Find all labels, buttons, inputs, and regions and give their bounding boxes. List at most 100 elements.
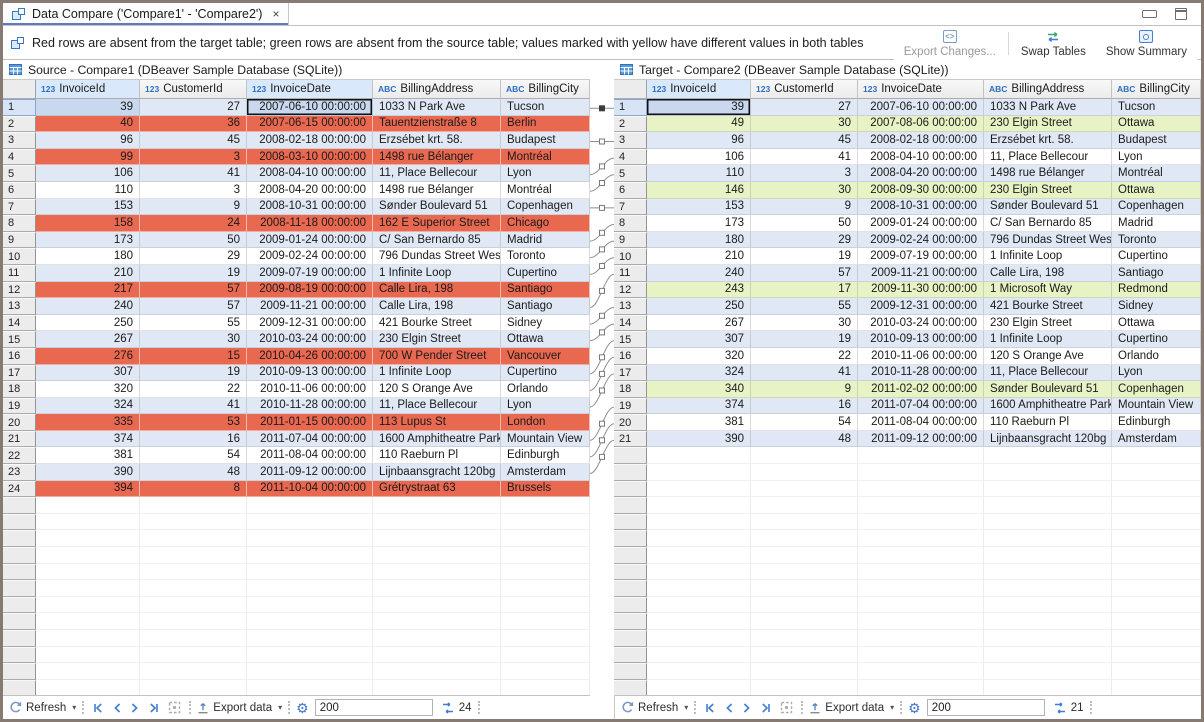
cell-dt[interactable]: 2008-02-18 00:00:00 <box>858 132 984 149</box>
row-number[interactable]: 13 <box>3 298 36 315</box>
cell-ad[interactable]: Calle Lira, 198 <box>373 282 501 299</box>
cell-id[interactable]: 153 <box>36 199 140 216</box>
cell-ad[interactable]: 1 Infinite Loop <box>373 365 501 382</box>
cell-ct[interactable]: Ottawa <box>1112 315 1201 332</box>
cell-ad[interactable]: 1 Infinite Loop <box>984 248 1112 265</box>
cell-dt[interactable]: 2010-11-06 00:00:00 <box>858 348 984 365</box>
cell-dt[interactable]: 2008-10-31 00:00:00 <box>858 199 984 216</box>
cell-id[interactable]: 96 <box>36 132 140 149</box>
cell-ad[interactable]: Calle Lira, 198 <box>373 298 501 315</box>
cell-cu[interactable]: 19 <box>140 365 247 382</box>
cell-ct[interactable]: Brussels <box>501 481 590 498</box>
row-number[interactable]: 5 <box>3 165 36 182</box>
cell-ct[interactable]: Cupertino <box>1112 248 1201 265</box>
cell-dt[interactable]: 2009-08-19 00:00:00 <box>247 282 373 299</box>
cell-ad[interactable]: 1600 Amphitheatre Parkway <box>373 431 501 448</box>
row-number[interactable]: 15 <box>614 331 647 348</box>
row-number[interactable]: 20 <box>3 414 36 431</box>
cell-ct[interactable]: Santiago <box>501 282 590 299</box>
export-data-button[interactable]: Export data▾ <box>197 702 282 714</box>
row-number[interactable] <box>614 530 647 547</box>
cell-cu[interactable]: 54 <box>751 414 858 431</box>
cell-dt[interactable]: 2007-06-15 00:00:00 <box>247 116 373 133</box>
cell-ct[interactable]: Santiago <box>501 298 590 315</box>
row-number[interactable] <box>3 663 36 680</box>
cell-ad[interactable]: 1033 N Park Ave <box>984 99 1112 116</box>
cell-dt[interactable]: 2008-03-10 00:00:00 <box>247 149 373 166</box>
cell-dt[interactable]: 2008-09-30 00:00:00 <box>858 182 984 199</box>
cell-id[interactable]: 146 <box>647 182 751 199</box>
row-number[interactable] <box>614 564 647 581</box>
cell-id[interactable]: 153 <box>647 199 751 216</box>
cell-cu[interactable]: 29 <box>751 232 858 249</box>
cell-id[interactable]: 180 <box>647 232 751 249</box>
row-number[interactable] <box>614 464 647 481</box>
cell-cu[interactable]: 36 <box>140 116 247 133</box>
cell-ad[interactable]: 230 Elgin Street <box>984 315 1112 332</box>
cell-ct[interactable]: Budapest <box>1112 132 1201 149</box>
cell-id[interactable]: 217 <box>36 282 140 299</box>
cell-ct[interactable]: Copenhagen <box>1112 199 1201 216</box>
cell-ad[interactable]: Calle Lira, 198 <box>984 265 1112 282</box>
first-row-icon[interactable] <box>704 702 716 714</box>
row-number[interactable]: 18 <box>614 381 647 398</box>
cell-id[interactable]: 110 <box>647 165 751 182</box>
column-header-cu[interactable]: 123CustomerId <box>140 80 247 99</box>
cell-ad[interactable]: 1 Infinite Loop <box>373 265 501 282</box>
column-header-id[interactable]: 123InvoiceId <box>36 80 140 99</box>
row-number[interactable] <box>3 514 36 531</box>
cell-cu[interactable]: 50 <box>751 215 858 232</box>
row-number[interactable] <box>3 564 36 581</box>
cell-id[interactable]: 106 <box>647 149 751 166</box>
cell-cu[interactable]: 17 <box>751 282 858 299</box>
previous-row-icon[interactable] <box>724 702 734 714</box>
row-number[interactable]: 21 <box>614 431 647 448</box>
row-number[interactable]: 13 <box>614 298 647 315</box>
cell-dt[interactable]: 2011-01-15 00:00:00 <box>247 414 373 431</box>
cell-ad[interactable]: 120 S Orange Ave <box>373 381 501 398</box>
cell-dt[interactable]: 2009-11-21 00:00:00 <box>247 298 373 315</box>
row-number[interactable]: 8 <box>3 215 36 232</box>
row-number[interactable] <box>3 497 36 514</box>
cell-dt[interactable]: 2009-07-19 00:00:00 <box>247 265 373 282</box>
cell-dt[interactable]: 2009-01-24 00:00:00 <box>247 232 373 249</box>
cell-ad[interactable]: C/ San Bernardo 85 <box>373 232 501 249</box>
swap-tables-button[interactable]: Swap Tables <box>1011 27 1096 60</box>
cell-cu[interactable]: 9 <box>751 199 858 216</box>
cell-cu[interactable]: 45 <box>751 132 858 149</box>
cell-id[interactable]: 210 <box>647 248 751 265</box>
cell-dt[interactable]: 2009-02-24 00:00:00 <box>247 248 373 265</box>
cell-ct[interactable]: Lyon <box>1112 149 1201 166</box>
cell-id[interactable]: 240 <box>647 265 751 282</box>
cell-ad[interactable]: 230 Elgin Street <box>984 182 1112 199</box>
refresh-button[interactable]: Refresh▾ <box>9 701 76 714</box>
cell-cu[interactable]: 19 <box>751 331 858 348</box>
cell-id[interactable]: 180 <box>36 248 140 265</box>
cell-cu[interactable]: 57 <box>140 298 247 315</box>
cell-cu[interactable]: 53 <box>140 414 247 431</box>
cell-id[interactable]: 374 <box>36 431 140 448</box>
next-row-icon[interactable] <box>742 702 752 714</box>
cell-ct[interactable]: Amsterdam <box>1112 431 1201 448</box>
cell-ad[interactable]: 1498 rue Bélanger <box>373 182 501 199</box>
row-number[interactable]: 5 <box>614 165 647 182</box>
cell-id[interactable]: 381 <box>36 447 140 464</box>
row-number[interactable]: 16 <box>614 348 647 365</box>
row-number[interactable]: 17 <box>3 365 36 382</box>
cell-ad[interactable]: 11, Place Bellecour <box>984 365 1112 382</box>
row-number[interactable] <box>614 613 647 630</box>
cell-cu[interactable]: 57 <box>751 265 858 282</box>
cell-dt[interactable]: 2011-07-04 00:00:00 <box>858 398 984 415</box>
cell-ct[interactable]: Edinburgh <box>1112 414 1201 431</box>
cell-ct[interactable]: Cupertino <box>501 265 590 282</box>
cell-id[interactable]: 39 <box>36 99 140 116</box>
cell-id[interactable]: 267 <box>647 315 751 332</box>
cell-id[interactable]: 381 <box>647 414 751 431</box>
row-number[interactable]: 18 <box>3 381 36 398</box>
cell-ct[interactable]: Montréal <box>1112 165 1201 182</box>
row-number[interactable] <box>3 530 36 547</box>
row-number[interactable] <box>614 447 647 464</box>
cell-ad[interactable]: 796 Dundas Street West <box>984 232 1112 249</box>
row-number[interactable] <box>3 597 36 614</box>
row-number[interactable]: 10 <box>3 248 36 265</box>
